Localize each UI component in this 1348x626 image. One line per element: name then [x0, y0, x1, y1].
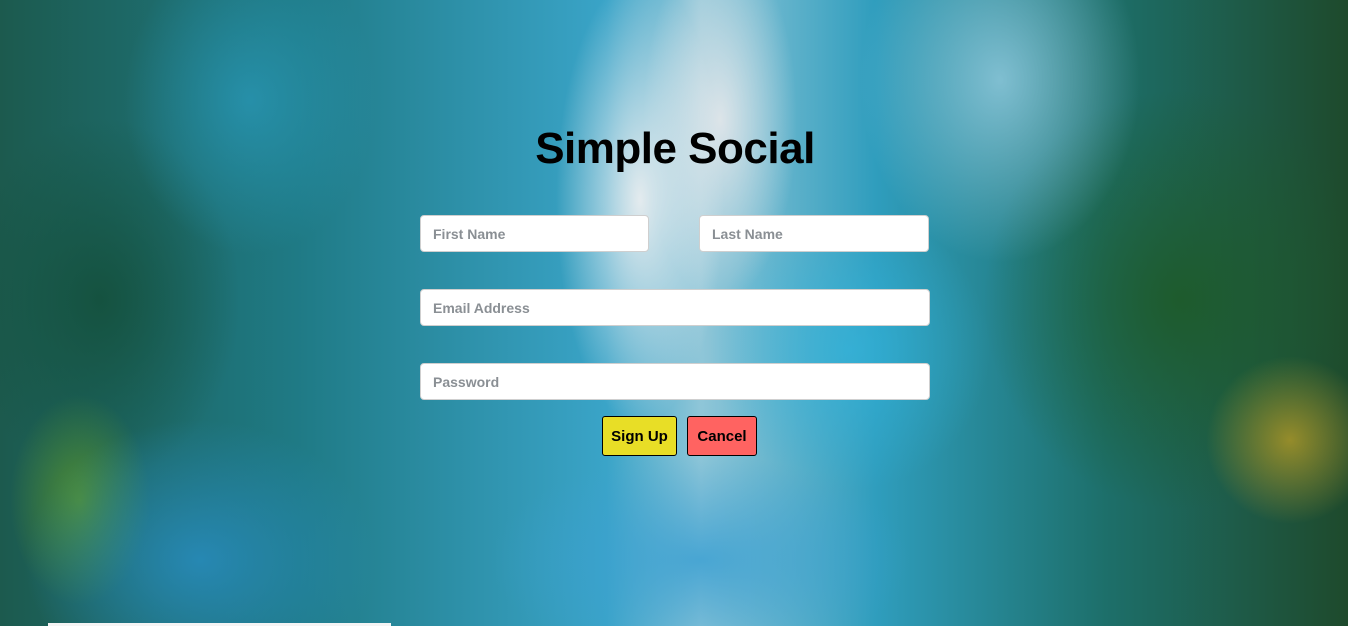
email-input[interactable]: [420, 289, 930, 326]
signup-button[interactable]: Sign Up: [602, 416, 677, 456]
last-name-input[interactable]: [699, 215, 929, 252]
page-title: Simple Social: [535, 124, 815, 173]
password-input[interactable]: [420, 363, 930, 400]
first-name-input[interactable]: [420, 215, 649, 252]
cancel-button[interactable]: Cancel: [687, 416, 757, 456]
